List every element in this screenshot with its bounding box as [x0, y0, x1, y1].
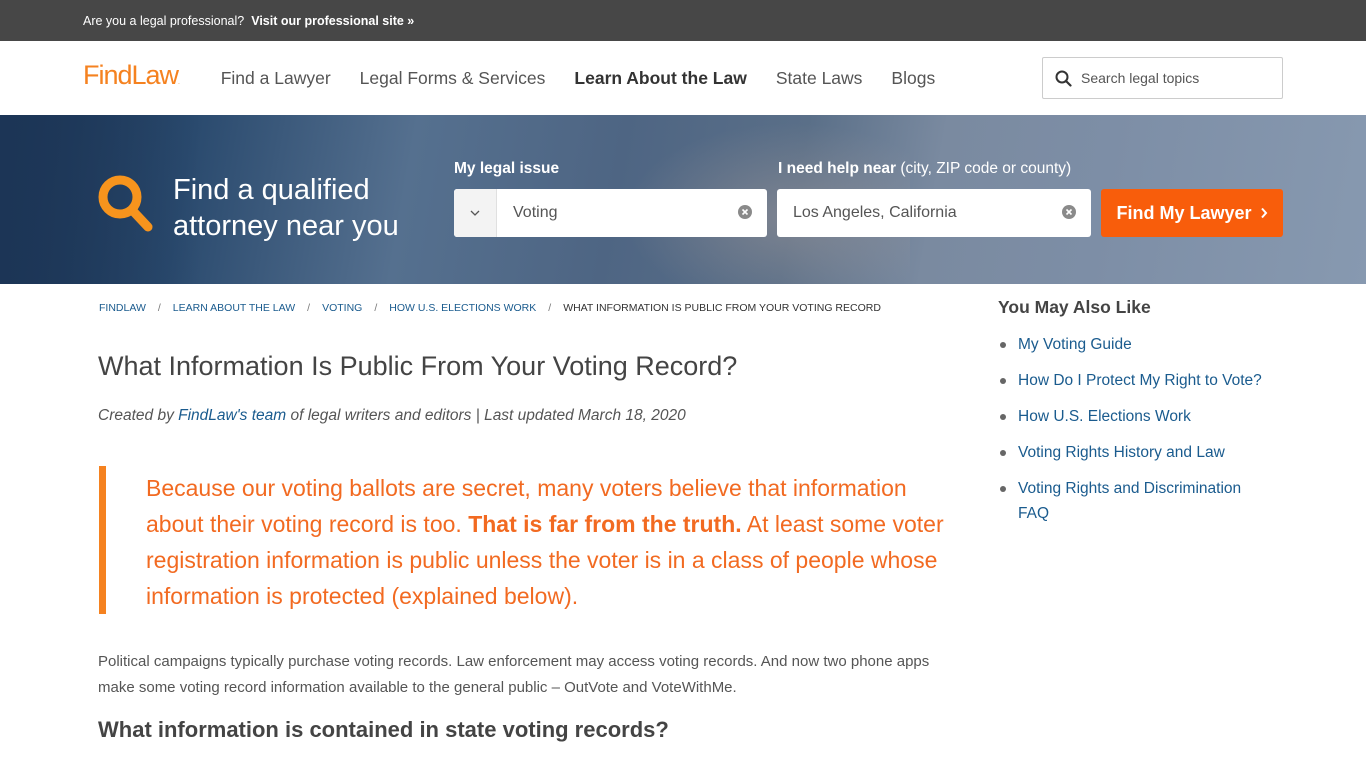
byline-suffix: of legal writers and editors | Last upda… — [286, 407, 686, 424]
breadcrumb-separator: / — [307, 302, 311, 314]
chevron-right-icon — [1260, 207, 1267, 219]
location-label: I need help near (city, ZIP code or coun… — [778, 160, 1071, 178]
related-item: How U.S. Elections Work — [998, 404, 1283, 429]
related-item: Voting Rights History and Law — [998, 440, 1283, 465]
pullquote-emphasis: That is far from the truth. — [468, 511, 742, 537]
location-label-hint: (city, ZIP code or county) — [896, 160, 1072, 177]
pull-quote: Because our voting ballots are secret, m… — [99, 466, 949, 614]
related-item: Voting Rights and Discrimination FAQ — [998, 476, 1258, 526]
related-link-rights-history[interactable]: Voting Rights History and Law — [1018, 444, 1225, 461]
article-paragraph: Political campaigns typically purchase v… — [98, 653, 930, 696]
search-input[interactable] — [1081, 70, 1261, 86]
hero-title-line1: Find a qualified — [173, 174, 370, 206]
related-list: My Voting Guide How Do I Protect My Righ… — [998, 332, 1283, 526]
find-my-lawyer-label: Find My Lawyer — [1116, 202, 1252, 223]
lawyer-search-hero: Find a qualified attorney near you My le… — [0, 115, 1366, 284]
pro-question: Are you a legal professional? — [83, 13, 245, 28]
location-input[interactable] — [793, 204, 1043, 222]
chevron-down-icon — [470, 210, 480, 216]
breadcrumb-separator: / — [157, 302, 161, 314]
breadcrumb-findlaw[interactable]: FINDLAW — [99, 302, 146, 314]
main-nav: Find a Lawyer Legal Forms & Services Lea… — [221, 68, 964, 89]
search-icon — [1055, 70, 1072, 87]
nav-state-laws[interactable]: State Laws — [776, 68, 863, 89]
breadcrumb-current: WHAT INFORMATION IS PUBLIC FROM YOUR VOT… — [563, 302, 881, 314]
related-link-protect-right[interactable]: How Do I Protect My Right to Vote? — [1018, 372, 1262, 389]
related-title: You May Also Like — [998, 297, 1151, 317]
nav-find-a-lawyer[interactable]: Find a Lawyer — [221, 68, 331, 89]
article-byline: Created by FindLaw's team of legal write… — [98, 407, 686, 425]
related-link-elections-work[interactable]: How U.S. Elections Work — [1018, 408, 1191, 425]
location-label-bold: I need help near — [778, 160, 897, 177]
breadcrumb-separator: / — [374, 302, 378, 314]
nav-blogs[interactable]: Blogs — [891, 68, 935, 89]
nav-learn-about-the-law[interactable]: Learn About the Law — [574, 68, 746, 89]
related-item: How Do I Protect My Right to Vote? — [998, 368, 1283, 393]
logo-text: FindLaw — [83, 59, 179, 90]
byline-prefix: Created by — [98, 407, 179, 424]
article-title: What Information Is Public From Your Vot… — [98, 351, 738, 381]
location-field[interactable] — [777, 189, 1091, 237]
breadcrumb-how-elections-work[interactable]: HOW U.S. ELECTIONS WORK — [389, 302, 536, 314]
site-header: FindLaw. Find a Lawyer Legal Forms & Ser… — [0, 41, 1366, 115]
related-item: My Voting Guide — [998, 332, 1283, 357]
related-articles: You May Also Like My Voting Guide How Do… — [998, 297, 1283, 537]
legal-issue-label-text: My legal issue — [454, 160, 560, 177]
related-link-voting-guide[interactable]: My Voting Guide — [1018, 336, 1132, 353]
breadcrumb: FINDLAW / LEARN ABOUT THE LAW / VOTING /… — [99, 302, 881, 314]
breadcrumb-learn-about-the-law[interactable]: LEARN ABOUT THE LAW — [173, 302, 295, 314]
findlaw-team-link[interactable]: FindLaw's team — [178, 407, 286, 424]
find-my-lawyer-button[interactable]: Find My Lawyer — [1101, 189, 1283, 237]
magnifier-icon — [98, 175, 153, 232]
section-heading: What information is contained in state v… — [98, 717, 669, 742]
hero-title: Find a qualified attorney near you — [173, 172, 399, 244]
pro-site-link[interactable]: Visit our professional site » — [251, 14, 414, 28]
legal-issue-label: My legal issue — [454, 160, 559, 178]
clear-location-icon[interactable] — [1062, 205, 1076, 219]
legal-issue-input[interactable] — [513, 204, 713, 222]
findlaw-logo[interactable]: FindLaw. — [83, 60, 180, 91]
site-search[interactable] — [1042, 57, 1283, 99]
legal-issue-field[interactable] — [454, 189, 767, 237]
breadcrumb-separator: / — [548, 302, 552, 314]
nav-legal-forms[interactable]: Legal Forms & Services — [360, 68, 546, 89]
issue-dropdown-toggle[interactable] — [454, 189, 497, 237]
hero-title-line2: attorney near you — [173, 210, 399, 242]
related-link-discrimination-faq[interactable]: Voting Rights and Discrimination FAQ — [1018, 480, 1241, 522]
clear-issue-icon[interactable] — [738, 205, 752, 219]
breadcrumb-voting[interactable]: VOTING — [322, 302, 362, 314]
pro-banner: Are you a legal professional? Visit our … — [0, 0, 1366, 41]
